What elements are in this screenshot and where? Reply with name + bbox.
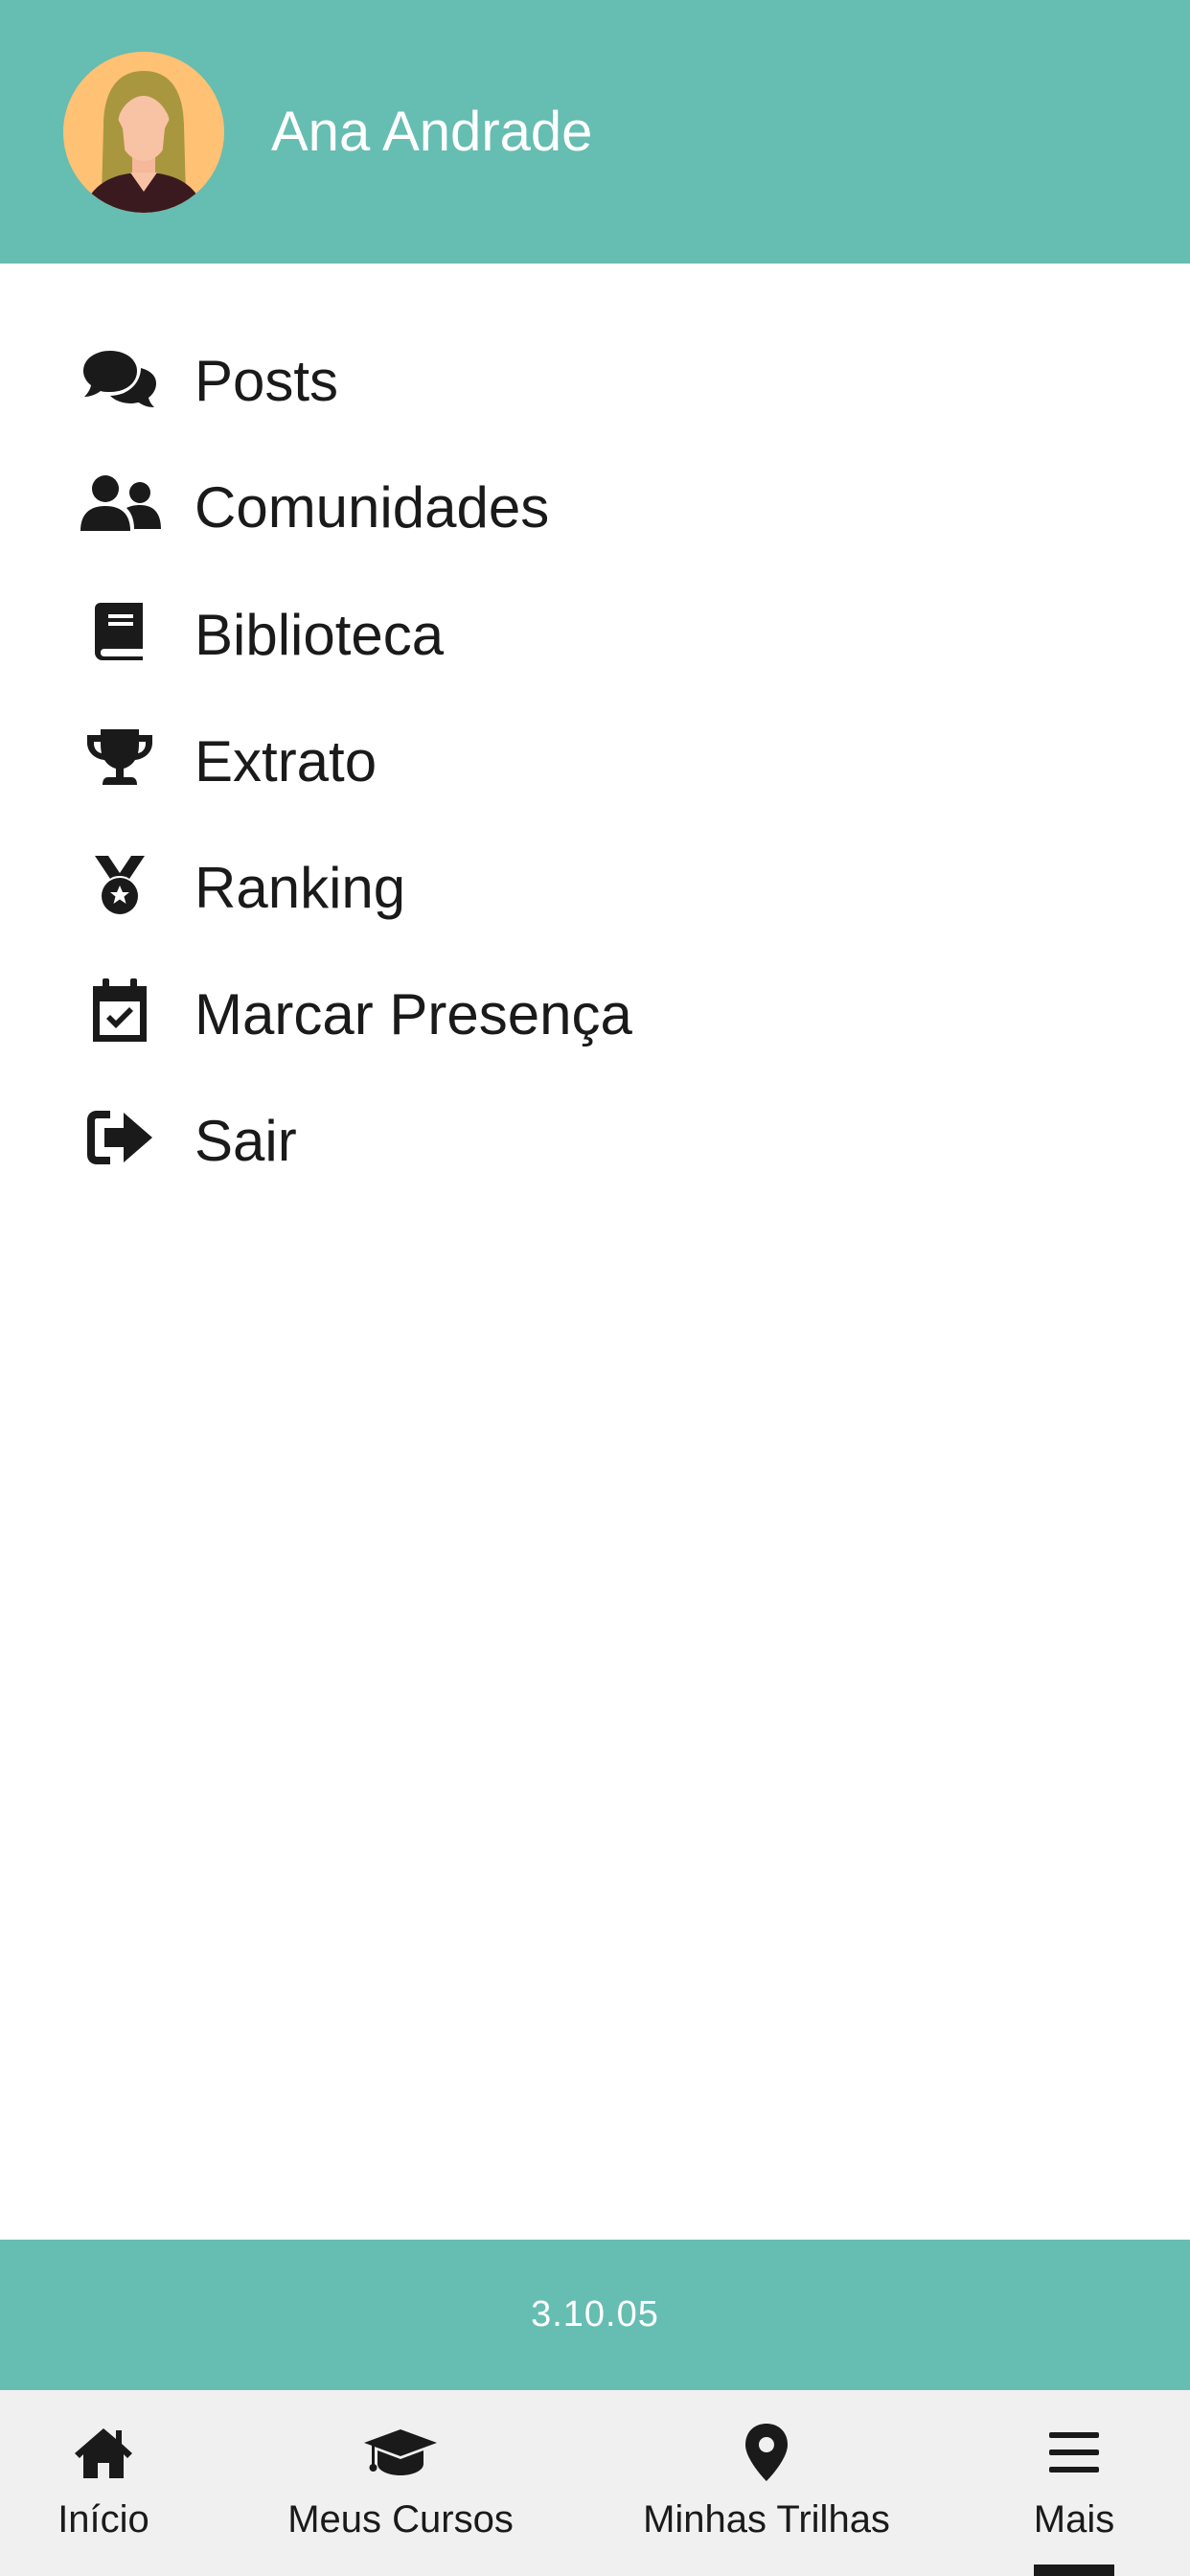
menu-item-label: Posts [195,349,339,413]
nav-tab-label: Meus Cursos [287,2498,514,2541]
users-icon [77,472,163,537]
nav-tab-mais[interactable]: Mais [1016,2390,1133,2576]
comments-icon [77,345,163,410]
user-name: Ana Andrade [271,101,593,163]
menu-item-label: Marcar Presença [195,982,632,1046]
avatar[interactable] [63,52,224,213]
menu-item-label: Biblioteca [195,603,445,667]
menu-item-ranking[interactable]: Ranking [0,828,1190,941]
nav-tab-label: Início [57,2498,149,2541]
nav-tab-inicio[interactable]: Início [19,2390,188,2576]
menu-item-label: Ranking [195,856,406,920]
menu-item-biblioteca[interactable]: Biblioteca [0,575,1190,688]
menu-item-extrato[interactable]: Extrato [0,702,1190,815]
nav-tab-label: Minhas Trilhas [643,2498,890,2541]
app-version: 3.10.05 [531,2294,659,2334]
bottom-navigation: Início Meus Cursos Minhas Trilhas Mais [0,2390,1190,2576]
menu-item-label: Sair [195,1109,297,1173]
active-tab-indicator [1034,2564,1114,2576]
profile-header: Ana Andrade [0,0,1190,264]
menu-item-label: Extrato [195,729,378,794]
version-footer: 3.10.05 [0,2240,1190,2390]
nav-tab-label: Mais [1033,2498,1115,2541]
user-avatar-icon [63,52,224,213]
map-marker-icon [623,2419,910,2486]
menu-item-posts[interactable]: Posts [0,321,1190,434]
medal-icon [77,852,163,917]
sign-out-icon [77,1105,163,1170]
menu-item-comunidades[interactable]: Comunidades [0,448,1190,561]
graduation-cap-icon [268,2419,533,2486]
book-icon [77,599,163,664]
menu-icon [1016,2419,1133,2486]
app-screen: Ana Andrade Posts Comunidades Biblioteca… [0,0,1190,2576]
menu-item-marcar-presenca[interactable]: Marcar Presença [0,954,1190,1068]
trophy-icon [77,725,163,791]
nav-tab-meus-cursos[interactable]: Meus Cursos [268,2390,533,2576]
menu-item-label: Comunidades [195,475,550,540]
home-icon [19,2419,188,2486]
nav-tab-minhas-trilhas[interactable]: Minhas Trilhas [623,2390,910,2576]
menu-item-sair[interactable]: Sair [0,1081,1190,1194]
calendar-check-icon [77,978,163,1044]
